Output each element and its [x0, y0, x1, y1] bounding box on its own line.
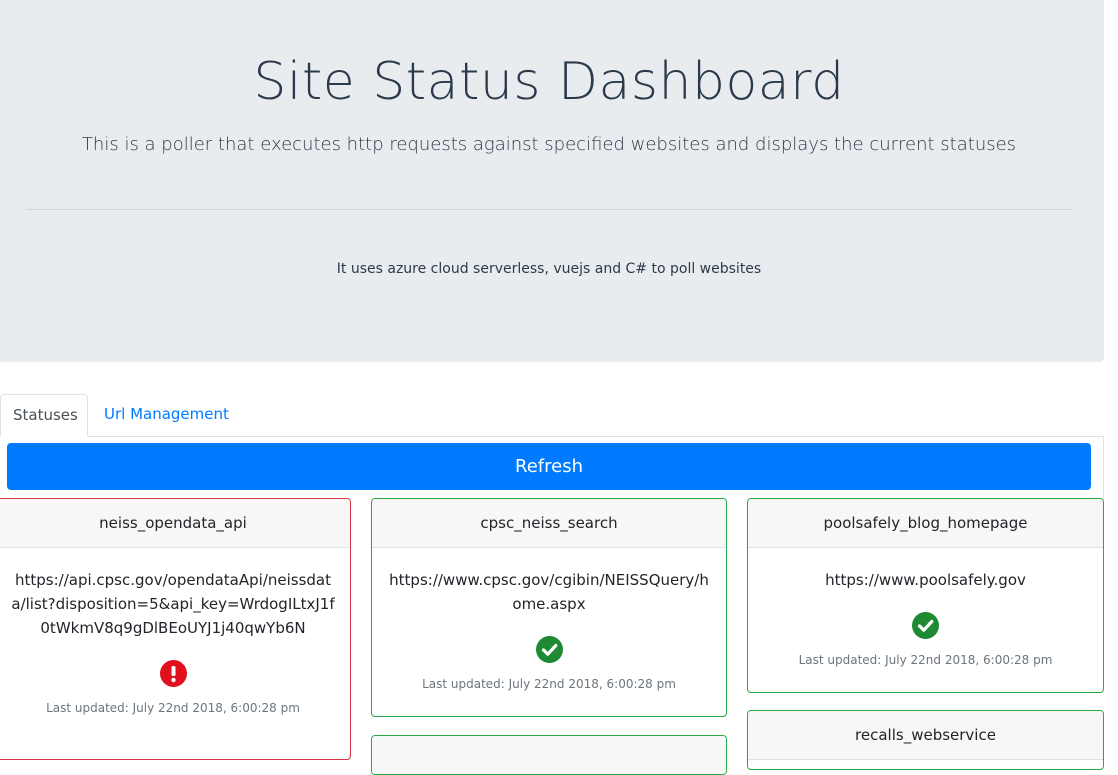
header-jumbotron: Site Status Dashboard This is a poller t… [0, 0, 1104, 362]
tab-bar: Statuses Url Management [0, 394, 1104, 437]
card-url: https://www.poolsafely.gov [825, 571, 1026, 589]
card-title: neiss_opendata_api [0, 499, 350, 548]
status-card-cpsc-neiss-search: cpsc_neiss_search https://www.cpsc.gov/c… [371, 498, 727, 717]
card-last-updated: Last updated: July 22nd 2018, 6:00:28 pm [422, 677, 676, 691]
check-circle-icon [912, 612, 939, 639]
tab-statuses[interactable]: Statuses [0, 394, 88, 437]
divider [27, 209, 1072, 210]
page-subtext: It uses azure cloud serverless, vuejs an… [336, 261, 762, 277]
tab-url-management[interactable]: Url Management [92, 394, 241, 435]
exclamation-circle-icon [159, 660, 187, 687]
check-circle-icon [535, 636, 563, 663]
page-lead: This is a poller that executes http requ… [81, 134, 1017, 155]
status-card [371, 735, 727, 775]
card-url: https://api.cpsc.gov/opendataApi/neissda… [11, 571, 335, 637]
card-title: recalls_webservice [748, 711, 1103, 760]
card-url: https://www.cpsc.gov/cgibin/NEISSQuery/h… [389, 571, 709, 613]
card-title: poolsafely_blog_homepage [748, 499, 1103, 548]
card-last-updated: Last updated: July 22nd 2018, 6:00:28 pm [46, 701, 300, 715]
page-title: Site Status Dashboard [253, 52, 845, 112]
card-last-updated: Last updated: July 22nd 2018, 6:00:28 pm [798, 653, 1053, 667]
status-card-poolsafely-blog-homepage: poolsafely_blog_homepage https://www.poo… [747, 498, 1104, 693]
card-title [372, 736, 726, 774]
status-card-recalls-webservice: recalls_webservice [747, 710, 1104, 770]
refresh-button[interactable]: Refresh [7, 443, 1091, 490]
status-card-neiss-opendata-api: neiss_opendata_api https://api.cpsc.gov/… [0, 498, 351, 760]
card-title: cpsc_neiss_search [372, 499, 726, 548]
